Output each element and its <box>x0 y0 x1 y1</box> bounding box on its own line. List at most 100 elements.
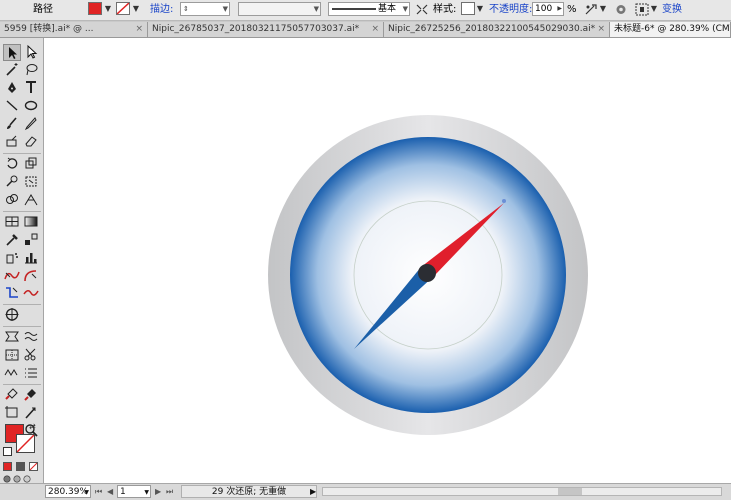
direct-selection-tool-icon[interactable] <box>22 44 40 61</box>
live-paint-selection-icon[interactable] <box>22 387 40 404</box>
wave-tool-icon[interactable] <box>22 329 40 346</box>
type-tool-icon[interactable] <box>22 80 40 97</box>
opacity-unit: % <box>567 4 577 15</box>
next-artboard-icon[interactable]: ▶ <box>155 485 161 498</box>
artboard-number-field[interactable]: 1 ▼ <box>117 485 151 498</box>
tab-document-2[interactable]: Nipic_26785037_20180321175057703037.ai* … <box>148 22 384 37</box>
close-icon[interactable]: × <box>135 22 143 37</box>
last-artboard-icon[interactable]: ⏭ <box>166 485 173 498</box>
recolor-dropdown-icon[interactable]: ▼ <box>597 2 609 16</box>
stroke-color-swatch[interactable] <box>116 2 130 15</box>
free-transform-tool-icon[interactable] <box>22 174 40 191</box>
status-menu-icon[interactable]: ▶ <box>310 485 316 498</box>
magic-wand-tool-icon[interactable] <box>3 62 21 79</box>
paintbrush-tool-icon[interactable] <box>3 116 21 133</box>
tab-label: Nipic_26785037_20180321175057703037.ai* <box>152 24 360 34</box>
lasso-tool-icon[interactable] <box>22 62 40 79</box>
ellipse-tool-icon[interactable] <box>22 98 40 115</box>
shape-builder-tool-icon[interactable] <box>3 192 21 209</box>
scissors-tool-icon[interactable] <box>22 347 40 364</box>
chevron-down-icon[interactable]: ▼ <box>314 3 319 15</box>
stroke-profile-field[interactable]: 基本 ▼ <box>328 2 410 16</box>
status-info[interactable]: 29 次还原; 无重做 <box>181 485 317 498</box>
tab-document-1[interactable]: 5959 [转换].ai* @ ... × <box>0 22 148 37</box>
stroke-dropdown-icon[interactable]: ▼ <box>130 2 142 16</box>
brush-options-icon[interactable] <box>415 3 429 16</box>
slice-tool-icon[interactable] <box>3 347 21 364</box>
scale-tool-icon[interactable] <box>22 156 40 173</box>
align-dropdown-icon[interactable]: ▼ <box>648 2 660 16</box>
rotate-tool-icon[interactable] <box>3 156 21 173</box>
blob-brush-tool-icon[interactable] <box>3 134 21 151</box>
stroke-color-box[interactable] <box>16 434 35 453</box>
line-segment-tool-icon[interactable] <box>3 98 21 115</box>
blend-tool-icon[interactable] <box>22 232 40 249</box>
tool-separator <box>3 304 41 305</box>
tools-panel: ⇄ <box>0 38 44 483</box>
canvas-area[interactable] <box>44 38 731 483</box>
gear-icon[interactable] <box>614 3 628 16</box>
chevron-right-icon[interactable]: ▶ <box>557 3 562 15</box>
chevron-down-icon[interactable]: ▼ <box>403 3 408 15</box>
perspective-grid-tool-icon[interactable] <box>22 192 40 209</box>
envelope-tool-icon[interactable] <box>3 329 21 346</box>
compass-pivot[interactable] <box>418 264 436 282</box>
opacity-label[interactable]: 不透明度: <box>489 0 532 20</box>
pencil-tool-icon[interactable] <box>22 116 40 133</box>
swap-colors-icon[interactable]: ⇄ <box>29 422 36 431</box>
pen-tool-icon[interactable] <box>3 80 21 97</box>
warp-tool-icon[interactable] <box>3 174 21 191</box>
horizontal-scrollbar[interactable] <box>322 487 722 496</box>
document-tab-strip: 5959 [转换].ai* @ ... × Nipic_26785037_201… <box>0 21 731 38</box>
status-text: 29 次还原; 无重做 <box>211 487 287 497</box>
add-anchor-tool-icon[interactable] <box>3 285 21 302</box>
chevron-down-icon[interactable]: ▼ <box>223 3 228 15</box>
variable-width-field[interactable]: ▼ <box>238 2 321 16</box>
crosshair-tool-icon[interactable] <box>3 307 21 324</box>
list-tool-icon[interactable] <box>22 365 40 382</box>
tab-document-3[interactable]: Nipic_26725256_20180322100545029030.ai* … <box>384 22 610 37</box>
close-icon[interactable]: × <box>371 22 379 37</box>
eyedropper-tool-icon[interactable] <box>3 232 21 249</box>
drawing-modes[interactable] <box>3 475 39 483</box>
tab-document-4-active[interactable]: 未标题-6* @ 280.39% (CMYK <box>610 22 731 37</box>
style-dropdown-icon[interactable]: ▼ <box>474 2 486 16</box>
selection-tool-icon[interactable] <box>3 44 21 61</box>
zoom-level-field[interactable]: 280.39% ▼ <box>45 485 91 498</box>
close-icon[interactable]: × <box>597 22 605 37</box>
previous-artboard-icon[interactable]: ◀ <box>107 485 113 498</box>
symbol-sprayer-tool-icon[interactable] <box>3 250 21 267</box>
anchor-point[interactable] <box>502 199 506 203</box>
transform-link[interactable]: 变换 <box>662 0 682 20</box>
fill-color-swatch[interactable] <box>88 2 102 15</box>
color-mode-icon[interactable] <box>3 462 12 471</box>
spinner-icon[interactable]: ⇕ <box>183 5 189 13</box>
stroke-label[interactable]: 描边: <box>150 0 173 20</box>
fill-dropdown-icon[interactable]: ▼ <box>102 2 114 16</box>
align-panel-icon[interactable] <box>635 3 649 16</box>
graphic-style-swatch[interactable] <box>461 2 475 15</box>
default-colors-icon[interactable] <box>3 447 12 456</box>
column-graph-tool-icon[interactable] <box>22 250 40 267</box>
mesh-tool-icon[interactable] <box>3 214 21 231</box>
gradient-tool-icon[interactable] <box>22 214 40 231</box>
scrollbar-thumb[interactable] <box>558 488 582 495</box>
compass-artwork[interactable] <box>44 38 731 483</box>
knife-tool-icon[interactable] <box>22 405 40 422</box>
tool-separator <box>3 153 41 154</box>
eraser-tool-icon[interactable] <box>22 134 40 151</box>
smooth-tool-icon[interactable] <box>22 285 40 302</box>
path-width-tool-icon[interactable] <box>22 268 40 285</box>
stroke-weight-field[interactable]: ⇕ ▼ <box>180 2 230 16</box>
artboard-tool-icon[interactable] <box>3 405 21 422</box>
opacity-field[interactable]: 100 ▶ <box>532 2 564 16</box>
chevron-down-icon[interactable]: ▼ <box>144 486 149 499</box>
anchor-point-tool-icon[interactable] <box>3 268 21 285</box>
live-paint-bucket-icon[interactable] <box>3 387 21 404</box>
chevron-down-icon[interactable]: ▼ <box>84 486 89 499</box>
zigzag-tool-icon[interactable] <box>3 365 21 382</box>
recolor-artwork-icon[interactable] <box>584 3 598 16</box>
gradient-mode-icon[interactable] <box>16 462 25 471</box>
first-artboard-icon[interactable]: ⏮ <box>95 485 102 498</box>
none-mode-icon[interactable] <box>29 462 38 471</box>
